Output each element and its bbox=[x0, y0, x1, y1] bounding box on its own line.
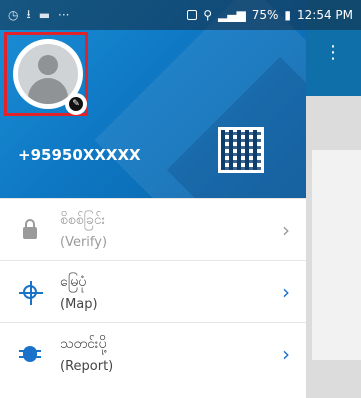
menu-item-subtitle: (Report) bbox=[60, 358, 114, 374]
phone-number: +95950XXXXX bbox=[18, 146, 141, 164]
menu-item-report[interactable]: သတင်းပို့ (Report) › bbox=[0, 322, 306, 384]
menu-item-subtitle: (Map) bbox=[60, 296, 98, 312]
bug-icon bbox=[19, 345, 41, 362]
menu-item-verify[interactable]: စိစစ်ခြင်း (Verify) › bbox=[0, 198, 306, 260]
menu-item-map[interactable]: မြေပုံ (Map) › bbox=[0, 260, 306, 322]
chevron-right-icon: › bbox=[282, 279, 290, 304]
background-app: ⋮ bbox=[306, 0, 361, 398]
chevron-right-icon: › bbox=[282, 217, 290, 242]
more-vertical-icon[interactable]: ⋮ bbox=[324, 42, 342, 63]
pencil-icon: ✎ bbox=[69, 97, 83, 111]
more-notifications-icon: ··· bbox=[58, 8, 70, 22]
avatar-highlight-box[interactable]: ✎ bbox=[4, 32, 88, 116]
download-icon: ⭳ bbox=[26, 6, 31, 21]
status-right: ⚲ ▂▄▆ 75% ▮ 12:54 PM bbox=[187, 8, 353, 22]
edit-avatar-button[interactable]: ✎ bbox=[65, 93, 87, 115]
clock: 12:54 PM bbox=[297, 8, 353, 22]
qr-code-icon[interactable] bbox=[218, 127, 264, 173]
navigation-drawer: ✎ +95950XXXXX စိစစ်ခြင်း (Verify) › မြေပ… bbox=[0, 0, 306, 398]
status-bar: ◷ ⭳ ▬ ··· ⚲ ▂▄▆ 75% ▮ 12:54 PM bbox=[0, 0, 361, 30]
menu-item-title: သတင်းပို့ bbox=[60, 335, 107, 352]
location-icon: ⚲ bbox=[203, 8, 213, 22]
battery-icon: ▮ bbox=[284, 8, 291, 22]
drawer-menu: စိစစ်ခြင်း (Verify) › မြေပုံ (Map) › သတင… bbox=[0, 198, 306, 384]
signal-icon: ▂▄▆ bbox=[218, 8, 246, 22]
menu-item-title: မြေပုံ bbox=[60, 273, 87, 290]
status-left-icons: ◷ ⭳ ▬ ··· bbox=[8, 5, 69, 26]
media-icon: ▬ bbox=[38, 8, 51, 22]
menu-item-title: စိစစ်ခြင်း bbox=[60, 211, 106, 228]
notification-icon: ◷ bbox=[8, 8, 19, 22]
menu-item-subtitle: (Verify) bbox=[60, 234, 108, 250]
battery-text: 75% bbox=[251, 8, 279, 22]
target-icon bbox=[19, 280, 43, 305]
lock-icon bbox=[23, 218, 37, 239]
background-app-card bbox=[312, 150, 361, 360]
chevron-right-icon: › bbox=[282, 341, 290, 366]
screenshot-icon bbox=[187, 10, 198, 20]
